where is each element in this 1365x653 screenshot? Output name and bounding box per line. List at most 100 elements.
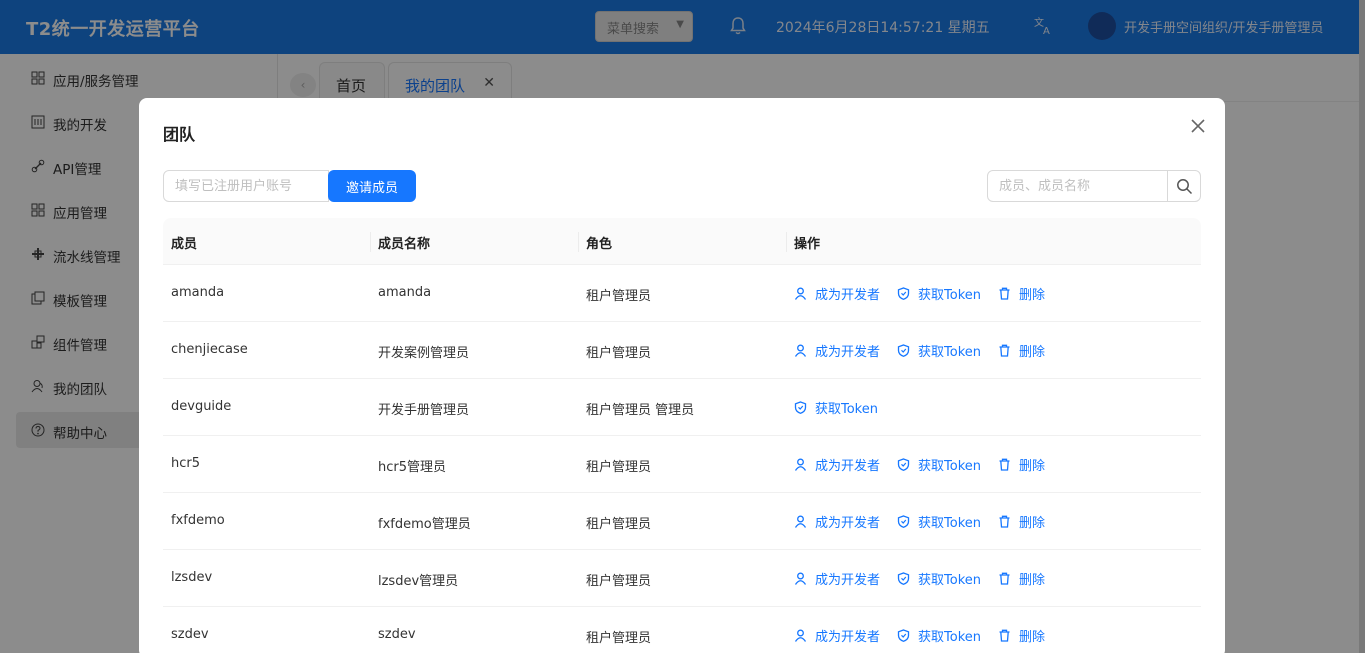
row-actions: 获取Token	[794, 398, 895, 417]
member-role: 租户管理员	[586, 574, 652, 589]
action-label: 获取Token	[815, 402, 878, 417]
member-account: hcr5	[171, 456, 201, 471]
search-icon	[1177, 179, 1193, 195]
user-icon	[794, 572, 807, 585]
trash-icon	[999, 344, 1010, 357]
get-token-button[interactable]: 获取Token	[897, 569, 981, 588]
shield-icon	[897, 287, 910, 300]
shield-icon	[897, 458, 910, 471]
column-header: 操作	[794, 237, 821, 252]
user-icon	[794, 629, 807, 642]
member-role: 租户管理员	[586, 289, 652, 304]
become-developer-button[interactable]: 成为开发者	[794, 341, 880, 360]
action-label: 获取Token	[918, 345, 982, 360]
table-row: fxfdemo fxfdemo管理员 租户管理员 成为开发者 获取Token 删除	[163, 493, 1201, 550]
member-name: 开发手册管理员	[378, 403, 470, 418]
team-modal: 团队 邀请成员 成员 成员名称 角色 操作 amandaamanda租户管理员成…	[139, 98, 1225, 653]
get-token-button[interactable]: 获取Token	[897, 455, 981, 474]
action-label: 成为开发者	[815, 573, 881, 588]
table-row: hcr5 hcr5管理员 租户管理员 成为开发者 获取Token 删除	[163, 436, 1201, 493]
member-account: amanda	[171, 285, 225, 300]
become-developer-button[interactable]: 成为开发者	[794, 626, 880, 645]
column-divider	[578, 232, 579, 252]
become-developer-button[interactable]: 成为开发者	[794, 569, 880, 588]
user-icon	[794, 515, 807, 528]
get-token-button[interactable]: 获取Token	[897, 512, 981, 531]
trash-icon	[999, 629, 1010, 642]
delete-member-button[interactable]: 删除	[998, 284, 1045, 303]
action-label: 成为开发者	[815, 345, 881, 360]
action-label: 获取Token	[918, 573, 982, 588]
become-developer-button[interactable]: 成为开发者	[794, 455, 880, 474]
shield-icon	[897, 344, 910, 357]
member-role: 租户管理员	[586, 631, 652, 646]
user-icon	[794, 287, 807, 300]
search-button[interactable]	[1167, 170, 1201, 202]
trash-icon	[999, 515, 1010, 528]
user-icon	[794, 344, 807, 357]
action-label: 获取Token	[918, 516, 982, 531]
member-role: 租户管理员	[586, 460, 652, 475]
delete-member-button[interactable]: 删除	[998, 341, 1045, 360]
members-table: 成员 成员名称 角色 操作 amanda amanda 租户管理员 成为开发者 获取To…	[163, 218, 1201, 653]
shield-icon	[897, 572, 910, 585]
action-label: 删除	[1019, 288, 1046, 303]
get-token-button[interactable]: 获取Token	[897, 284, 981, 303]
member-role: 租户管理员	[586, 517, 652, 532]
trash-icon	[999, 287, 1010, 300]
action-label: 成为开发者	[815, 516, 881, 531]
action-label: 删除	[1019, 573, 1046, 588]
member-name: lzsdev管理员	[378, 574, 459, 589]
member-name: szdev	[378, 627, 416, 642]
action-label: 成为开发者	[815, 459, 881, 474]
action-label: 获取Token	[918, 459, 982, 474]
action-label: 成为开发者	[815, 288, 881, 303]
column-divider	[370, 232, 371, 252]
action-label: 删除	[1019, 345, 1046, 360]
member-name: amanda	[378, 285, 432, 300]
action-label: 获取Token	[918, 630, 982, 645]
member-account: devguide	[171, 399, 232, 414]
member-account: szdev	[171, 627, 209, 642]
member-name: fxfdemo管理员	[378, 517, 471, 532]
action-label: 删除	[1019, 516, 1046, 531]
trash-icon	[999, 458, 1010, 471]
become-developer-button[interactable]: 成为开发者	[794, 284, 880, 303]
row-actions: 成为开发者 获取Token 删除	[794, 455, 1062, 474]
get-token-button[interactable]: 获取Token	[794, 398, 878, 417]
column-header: 角色	[586, 237, 613, 252]
column-header: 成员名称	[378, 237, 431, 252]
delete-member-button[interactable]: 删除	[998, 569, 1045, 588]
delete-member-button[interactable]: 删除	[998, 455, 1045, 474]
shield-icon	[897, 629, 910, 642]
member-account: fxfdemo	[171, 513, 225, 528]
member-role: 租户管理员	[586, 346, 652, 361]
row-actions: 成为开发者 获取Token 删除	[794, 626, 1062, 645]
delete-member-button[interactable]: 删除	[998, 626, 1045, 645]
table-row: lzsdev lzsdev管理员 租户管理员 成为开发者 获取Token 删除	[163, 550, 1201, 607]
column-divider	[786, 232, 787, 252]
get-token-button[interactable]: 获取Token	[897, 341, 981, 360]
table-row: devguide 开发手册管理员 租户管理员 管理员 获取Token	[163, 379, 1201, 436]
close-icon[interactable]	[1189, 117, 1207, 135]
invite-member-button[interactable]: 邀请成员	[328, 170, 416, 202]
member-account: chenjiecase	[171, 342, 248, 357]
get-token-button[interactable]: 获取Token	[897, 626, 981, 645]
member-role: 租户管理员 管理员	[586, 403, 695, 418]
row-actions: 成为开发者 获取Token 删除	[794, 569, 1062, 588]
shield-icon	[794, 401, 807, 414]
table-row: chenjiecase 开发案例管理员 租户管理员 成为开发者 获取Token 删除	[163, 322, 1201, 379]
member-name: 开发案例管理员	[378, 346, 470, 361]
member-search-input[interactable]	[987, 170, 1168, 202]
delete-member-button[interactable]: 删除	[998, 512, 1045, 531]
row-actions: 成为开发者 获取Token 删除	[794, 284, 1062, 303]
invite-account-input[interactable]	[163, 170, 329, 202]
modal-title: 团队	[163, 125, 196, 144]
row-actions: 成为开发者 获取Token 删除	[794, 512, 1062, 531]
member-account: lzsdev	[171, 570, 213, 585]
action-label: 删除	[1019, 459, 1046, 474]
member-name: hcr5管理员	[378, 460, 447, 475]
user-icon	[794, 458, 807, 471]
become-developer-button[interactable]: 成为开发者	[794, 512, 880, 531]
action-label: 获取Token	[918, 288, 982, 303]
